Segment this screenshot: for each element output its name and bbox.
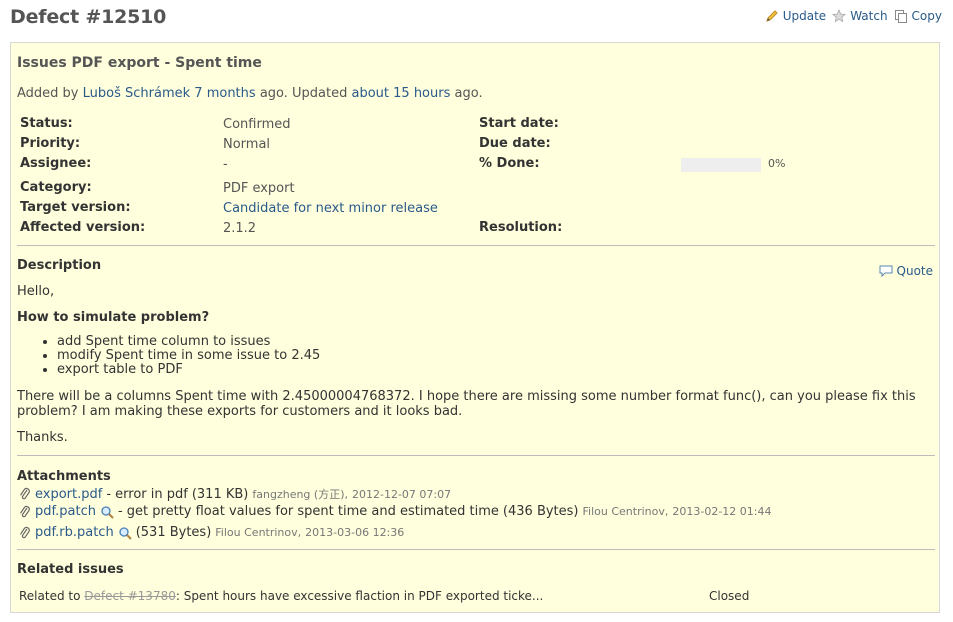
attachment-link[interactable]: export.pdf [35,487,102,502]
description-title: Description [17,258,102,273]
attachments-title: Attachments [17,469,111,484]
done-progress-bar [681,158,761,172]
attachment-link[interactable]: pdf.patch [35,504,96,519]
quote-link[interactable]: Quote [879,264,933,278]
star-icon [832,9,847,23]
update-label: Update [782,9,827,23]
assignee-value: - [223,157,228,172]
resolution-label: Resolution: [479,220,563,235]
attachment-date: 2012-12-07 07:07 [352,487,452,501]
description-greeting: Hello, [17,284,55,299]
start-date-label: Start date: [479,116,559,131]
divider [17,549,935,550]
issue-author-line: Added by Luboš Schrámek 7 months ago. Up… [17,86,483,101]
created-link[interactable]: 7 months [194,86,255,101]
list-item: add Spent time column to issues [57,335,320,349]
category-label: Category: [20,180,92,195]
related-issues-title: Related issues [17,562,124,577]
status-value: Confirmed [223,117,291,132]
copy-link[interactable]: Copy [894,9,942,23]
target-version-label: Target version: [20,200,131,215]
description-steps: add Spent time column to issues modify S… [17,335,320,377]
watch-label: Watch [850,9,888,23]
divider [17,455,935,456]
page-title: Defect #12510 [10,6,167,28]
attachment-size: (311 KB) [191,486,249,502]
attachment-size: (436 Bytes) [502,504,579,519]
issue-actions: Update Watch Copy [765,9,942,23]
copy-label: Copy [911,9,942,23]
relation-type: Related to [19,589,81,603]
description-heading: How to simulate problem? [17,310,210,325]
assignee-label: Assignee: [20,156,92,171]
attachment-description: - error in pdf [106,486,188,502]
attachment-link[interactable]: pdf.rb.patch [35,525,114,540]
relation-row: Related to Defect #13780: Spent hours ha… [19,589,543,603]
update-link[interactable]: Update [765,9,826,23]
issue-panel: Issues PDF export - Spent time Added by … [10,42,940,613]
done-progress-text: 0% [768,157,786,170]
attachment-date: 2013-02-12 01:44 [672,505,772,518]
target-version-link[interactable]: Candidate for next minor release [223,201,438,216]
affected-version-value: 2.1.2 [223,221,257,236]
copy-icon [894,10,907,23]
attachment-row: pdf.patch - get pretty float values for … [19,504,771,519]
attachment-row: pdf.rb.patch (531 Bytes) Filou Centrinov… [19,525,404,540]
due-date-label: Due date: [479,136,551,151]
related-issue-link[interactable]: Defect #13780 [84,589,176,603]
magnifier-icon[interactable] [118,526,132,540]
paperclip-icon [20,487,30,500]
category-value: PDF export [223,181,295,196]
magnifier-icon[interactable] [100,505,114,519]
status-label: Status: [20,116,73,131]
updated-prefix: ago. Updated [259,86,348,101]
priority-label: Priority: [20,136,81,151]
paperclip-icon [20,505,30,517]
related-issue-subject: : Spent hours have excessive flaction in… [175,589,544,603]
list-item: modify Spent time in some issue to 2.45 [57,349,320,363]
updated-suffix: ago. [454,86,483,101]
priority-value: Normal [223,137,271,152]
attachment-author: Filou Centrinov, [582,505,669,518]
watch-link[interactable]: Watch [832,9,888,23]
attachment-description: - get pretty float values for spent time… [117,504,499,519]
quote-label: Quote [896,264,933,278]
attachment-author: fangzheng (方正), [252,488,348,501]
comment-icon [879,265,893,277]
paperclip-icon [20,526,30,538]
attachment-row: export.pdf - error in pdf (311 KB) fangz… [19,486,451,502]
pencil-icon [765,10,778,22]
attachment-size: (531 Bytes) [135,525,212,540]
issue-subject: Issues PDF export - Spent time [17,55,262,71]
list-item: export table to PDF [57,363,320,377]
attachment-date: 2013-03-06 12:36 [305,526,405,539]
author-link[interactable]: Luboš Schrámek [83,86,191,101]
attachment-author: Filou Centrinov, [215,526,302,539]
description-paragraph: There will be a columns Spent time with … [17,389,916,419]
description-thanks: Thanks. [17,430,68,445]
related-issue-status: Closed [709,589,750,603]
affected-version-label: Affected version: [20,220,146,235]
author-prefix: Added by [17,86,79,101]
updated-link[interactable]: about 15 hours [352,86,451,101]
done-label: % Done: [479,156,540,171]
divider [17,245,935,246]
